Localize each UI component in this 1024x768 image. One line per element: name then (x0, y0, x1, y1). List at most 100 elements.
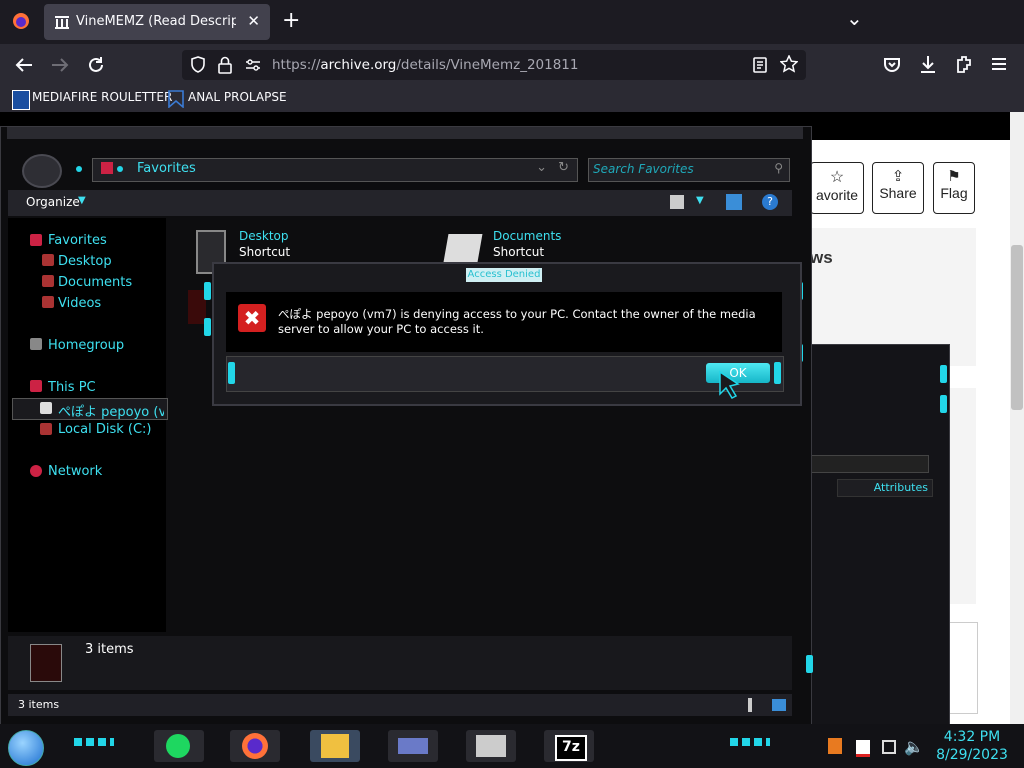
taskbar-firefox[interactable] (230, 730, 280, 762)
favorite-label: avorite (815, 187, 859, 203)
shield-icon[interactable] (190, 56, 206, 74)
background-window[interactable]: Attributes (800, 344, 950, 726)
taskbar-ornament-right (730, 738, 770, 746)
organize-chevron-icon[interactable]: ▼ (78, 195, 86, 206)
media-server-icon (40, 402, 52, 414)
dialog-title: Access Denied (466, 268, 542, 282)
frame-tick (204, 282, 211, 300)
address-bar[interactable]: Favorites ⌄ ↻ (92, 158, 578, 182)
taskbar-resource-monitor[interactable] (466, 730, 516, 762)
bookmark-star-icon[interactable] (780, 55, 798, 73)
volume-icon[interactable]: 🔈 (904, 737, 924, 756)
lock-icon[interactable] (218, 56, 232, 74)
nav-homegroup[interactable]: Homegroup (48, 338, 124, 353)
background-dropdown[interactable] (809, 455, 929, 473)
nav-documents[interactable]: Documents (58, 275, 132, 290)
bookmark-prolapse[interactable]: ANAL PROLAPSE (188, 90, 287, 104)
nav-this-pc[interactable]: This PC (48, 380, 96, 395)
search-icon[interactable]: ⚲ (774, 161, 783, 175)
new-tab-button[interactable]: + (282, 8, 300, 33)
firefox-icon[interactable] (12, 12, 30, 30)
clock-time: 4:32 PM (943, 729, 1001, 745)
reload-icon[interactable] (86, 55, 106, 75)
tab-close-icon[interactable]: ✕ (247, 12, 260, 30)
bookmark-mediafire[interactable]: MEDIAFIRE ROULETTER (32, 90, 172, 104)
extensions-icon[interactable] (954, 54, 974, 74)
share-button[interactable]: ⇪ Share (872, 162, 924, 214)
tray-app-icon[interactable] (828, 738, 842, 754)
documents-shortcut-icon (443, 234, 483, 262)
local-disk-icon (40, 423, 52, 435)
favorite-button[interactable]: ☆ avorite (810, 162, 864, 214)
nav-favorites[interactable]: Favorites (48, 233, 107, 248)
search-placeholder: Search Favorites (593, 162, 694, 176)
flag-button[interactable]: ⚑ Flag (933, 162, 975, 214)
frame-tick (774, 362, 781, 384)
file-documents-type: Shortcut (493, 245, 545, 259)
url-bar[interactable]: https://archive.org/details/VineMemz_201… (182, 50, 806, 80)
pocket-icon[interactable] (882, 55, 902, 75)
forward-dot-icon[interactable] (76, 166, 82, 172)
taskbar-ornament (74, 738, 114, 746)
cursor-icon (719, 370, 740, 399)
taskbar-explorer[interactable] (310, 730, 360, 762)
star-icon: ☆ (829, 169, 845, 186)
organize-button[interactable]: Organize (26, 195, 80, 209)
tab-list-button[interactable]: ⌄ (846, 6, 863, 30)
menu-icon[interactable] (990, 56, 1010, 72)
reader-view-icon[interactable] (752, 56, 768, 74)
nav-desktop[interactable]: Desktop (58, 254, 112, 269)
bookmark-icon (168, 90, 184, 108)
search-input[interactable]: Search Favorites ⚲ (588, 158, 790, 182)
nav-local-disk[interactable]: Local Disk (C:) (58, 422, 151, 437)
address-text: Favorites (137, 161, 196, 176)
network-tray-icon[interactable] (882, 740, 896, 754)
refresh-icon[interactable]: ↻ (558, 160, 569, 175)
frame-tick (940, 395, 947, 413)
share-label: Share (879, 185, 917, 201)
nav-media-server[interactable]: ぺぽよ pepoyo (vm (58, 401, 164, 420)
file-documents-name[interactable]: Documents (493, 229, 561, 243)
share-icon: ⇪ (891, 168, 905, 185)
file-desktop-type: Shortcut (239, 245, 291, 259)
taskbar-notes-app[interactable] (154, 730, 204, 762)
taskbar-app-window[interactable] (388, 730, 438, 762)
details-view-icon[interactable] (748, 698, 752, 712)
breadcrumb-separator-icon (117, 166, 123, 172)
flag-label: Flag (940, 185, 968, 201)
favorites-address-icon (101, 162, 113, 174)
favorites-icon (30, 234, 42, 246)
back-orb-icon[interactable] (22, 154, 62, 188)
homegroup-icon (30, 338, 42, 350)
nav-videos[interactable]: Videos (58, 296, 101, 311)
taskbar-7zip[interactable]: 7z (544, 730, 594, 762)
tiles-view-icon[interactable] (772, 699, 786, 711)
file-desktop-name[interactable]: Desktop (239, 229, 289, 243)
downloads-icon[interactable] (918, 54, 938, 74)
attributes-column[interactable]: Attributes (837, 479, 933, 497)
flag-icon: ⚑ (947, 168, 961, 185)
view-options-icon[interactable] (670, 195, 684, 209)
start-orb-icon[interactable] (8, 730, 44, 766)
url-text[interactable]: https://archive.org/details/VineMemz_201… (272, 57, 578, 73)
documents-icon (42, 275, 54, 287)
permissions-icon[interactable] (244, 57, 262, 73)
firefox-taskbar-icon (242, 733, 268, 759)
status-item-count: 3 items (18, 698, 60, 711)
nav-network[interactable]: Network (48, 464, 102, 479)
web-scrollbar[interactable] (1010, 112, 1024, 724)
help-icon[interactable]: ? (762, 194, 778, 210)
forward-icon[interactable] (50, 56, 70, 74)
back-icon[interactable] (14, 56, 34, 74)
tab-title: VineMEMZ (Read Description) : (76, 14, 236, 29)
address-dropdown-icon[interactable]: ⌄ (536, 160, 547, 175)
web-scrollbar-thumb[interactable] (1011, 245, 1023, 410)
taskbar-clock[interactable]: 4:32 PM 8/29/2023 (930, 728, 1014, 764)
network-icon (30, 465, 42, 477)
url-prefix: https:// (272, 57, 321, 73)
tab-archive[interactable]: VineMEMZ (Read Description) : ✕ (44, 4, 270, 40)
web-heading-fragment: ws (810, 248, 833, 267)
preview-pane-icon[interactable] (726, 194, 742, 210)
view-dropdown-icon[interactable]: ▼ (696, 195, 704, 206)
action-center-icon[interactable] (856, 740, 870, 757)
